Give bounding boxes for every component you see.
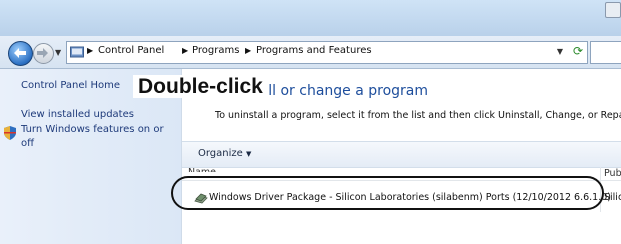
- navigation-bar: ▼ ▶ Control Panel ▶ Programs ▶ Programs …: [0, 36, 621, 69]
- forward-button[interactable]: [33, 43, 54, 64]
- double-click-callout: Double-click: [133, 75, 268, 98]
- window-control-button[interactable]: [605, 2, 621, 18]
- search-input[interactable]: [590, 41, 621, 64]
- sidebar-item-view-installed-updates[interactable]: View installed updates: [21, 109, 134, 120]
- column-header-publisher[interactable]: Pub: [604, 168, 621, 179]
- column-header-name[interactable]: Name: [188, 167, 216, 172]
- forward-arrow-icon: [37, 48, 48, 58]
- sidebar-item-control-panel-home[interactable]: Control Panel Home: [21, 80, 120, 91]
- address-dropdown-icon[interactable]: ▼: [557, 47, 563, 56]
- programs-and-features-window: ▼ ▶ Control Panel ▶ Programs ▶ Programs …: [0, 0, 621, 244]
- recent-pages-dropdown[interactable]: ▼: [55, 48, 61, 57]
- back-button[interactable]: [8, 41, 33, 66]
- program-publisher: Silic: [604, 192, 621, 203]
- back-arrow-icon: [14, 48, 26, 58]
- breadcrumb-separator-icon[interactable]: ▶: [87, 46, 93, 55]
- breadcrumb-programs[interactable]: Programs: [192, 45, 239, 56]
- sidebar-item-windows-features-line2[interactable]: off: [21, 138, 34, 149]
- breadcrumb-programs-and-features[interactable]: Programs and Features: [256, 45, 372, 56]
- shield-icon: [4, 126, 16, 140]
- refresh-icon[interactable]: ⟳: [573, 44, 583, 58]
- control-panel-icon: [70, 46, 84, 58]
- sidebar-item-windows-features[interactable]: Turn Windows features on or: [21, 124, 164, 135]
- breadcrumb-separator-icon[interactable]: ▶: [182, 46, 188, 55]
- command-toolbar: Organize ▼: [182, 141, 621, 168]
- address-bar[interactable]: ▶ Control Panel ▶ Programs ▶ Programs an…: [66, 41, 588, 64]
- title-bar: [0, 0, 621, 37]
- chevron-down-icon[interactable]: ▼: [246, 150, 251, 158]
- organize-button[interactable]: Organize: [198, 148, 243, 159]
- instructions-text: To uninstall a program, select it from t…: [215, 110, 621, 121]
- breadcrumb-control-panel[interactable]: Control Panel: [98, 45, 164, 56]
- highlight-ellipse: [171, 176, 604, 210]
- breadcrumb-separator-icon[interactable]: ▶: [245, 46, 251, 55]
